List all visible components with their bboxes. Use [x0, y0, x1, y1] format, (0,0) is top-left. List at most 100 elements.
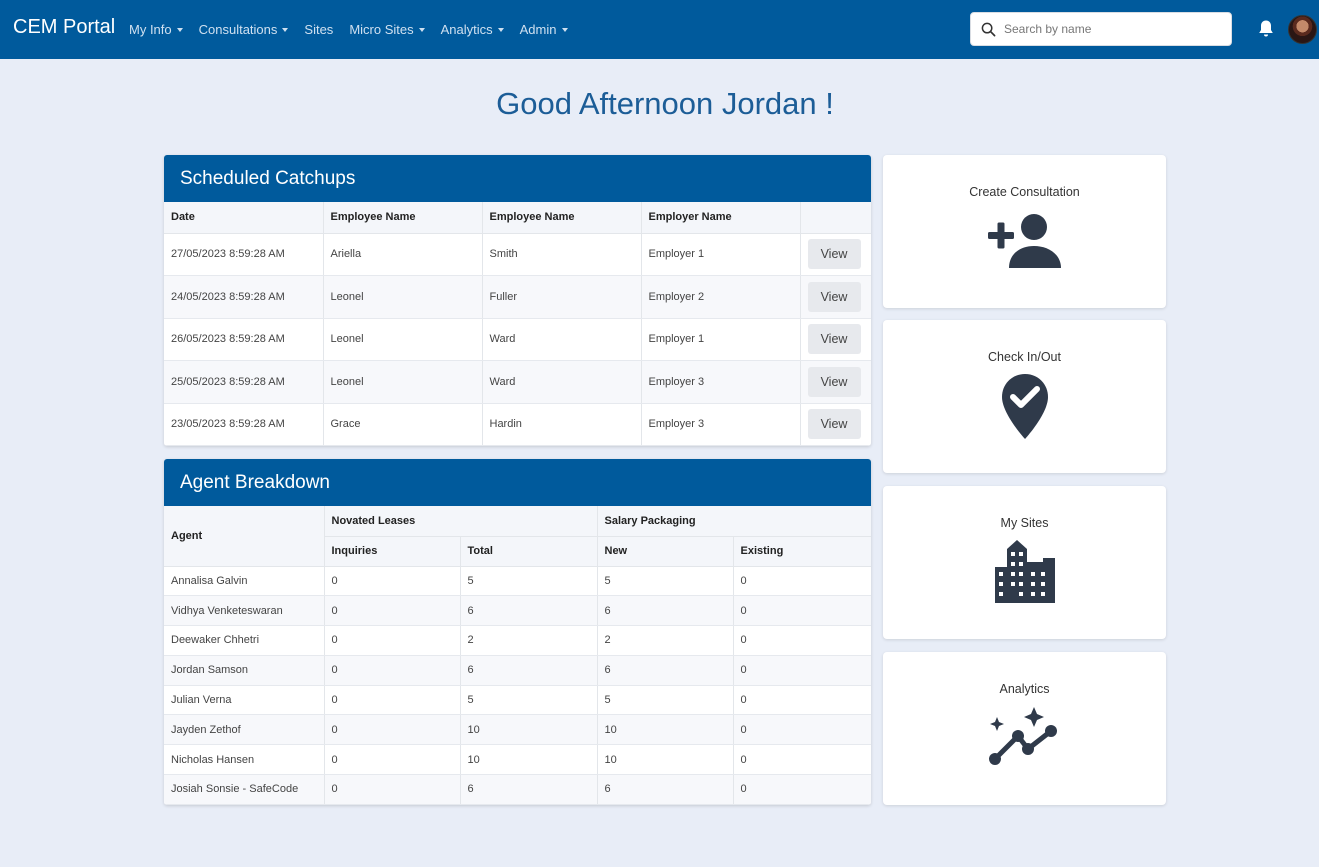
- inquiries-cell: 0: [324, 655, 461, 686]
- scheduled-catchups-panel: Scheduled Catchups Date Employee Name Em…: [164, 155, 871, 446]
- view-button[interactable]: View: [807, 324, 861, 355]
- nav-item-micro-sites[interactable]: Micro Sites: [349, 22, 425, 37]
- table-row: 24/05/2023 8:59:28 AM Leonel Fuller Empl…: [164, 275, 871, 319]
- table-row: Jordan Samson 0 6 6 0: [164, 655, 871, 686]
- nav-item-my-info[interactable]: My Info: [129, 22, 183, 37]
- total-cell: 5: [460, 566, 598, 597]
- analytics-card[interactable]: Analytics: [883, 652, 1166, 805]
- new-cell: 6: [597, 774, 734, 805]
- table-row: 26/05/2023 8:59:28 AM Leonel Ward Employ…: [164, 318, 871, 361]
- greeting-heading: Good Afternoon Jordan !: [496, 86, 834, 121]
- existing-cell: 0: [733, 595, 871, 627]
- new-cell: 5: [597, 685, 734, 716]
- nav-item-label: Sites: [304, 22, 334, 37]
- new-cell: 5: [597, 566, 734, 597]
- existing-cell: 0: [733, 774, 871, 805]
- panel-title: Agent Breakdown: [164, 459, 871, 506]
- new-cell: 10: [597, 744, 734, 776]
- existing-cell: 0: [733, 566, 871, 597]
- existing-cell: 0: [733, 655, 871, 686]
- total-cell: 10: [460, 714, 598, 746]
- action-cell: View: [800, 360, 871, 404]
- employer-cell: Employer 2: [641, 275, 801, 319]
- existing-cell: 0: [733, 685, 871, 716]
- total-cell: 10: [460, 744, 598, 776]
- agent-name-cell: Nicholas Hansen: [164, 744, 325, 776]
- user-avatar[interactable]: [1288, 15, 1317, 44]
- panel-title: Scheduled Catchups: [164, 155, 871, 202]
- total-cell: 2: [460, 625, 598, 656]
- inquiries-cell: 0: [324, 744, 461, 776]
- action-cell: View: [800, 318, 871, 361]
- my-sites-card[interactable]: My Sites: [883, 486, 1166, 639]
- card-label: Analytics: [999, 682, 1050, 696]
- nav-item-analytics[interactable]: Analytics: [441, 22, 504, 37]
- employer-cell: Employer 3: [641, 360, 801, 404]
- table-row: Nicholas Hansen 0 10 10 0: [164, 744, 871, 776]
- caret-down-icon: [176, 27, 183, 32]
- agent-name-cell: Jordan Samson: [164, 655, 325, 686]
- inquiries-cell: 0: [324, 595, 461, 627]
- nav-item-label: My Info: [129, 22, 172, 37]
- first-name-cell: Leonel: [323, 275, 483, 319]
- search-box: [970, 12, 1232, 46]
- caret-down-icon: [497, 27, 504, 32]
- new-cell: 6: [597, 595, 734, 627]
- table-row: Josiah Sonsie - SafeCode 0 6 6 0: [164, 774, 871, 805]
- last-name-cell: Smith: [482, 233, 642, 276]
- agent-column-header: Agent: [164, 506, 325, 567]
- column-header: Existing: [733, 536, 871, 567]
- first-name-cell: Leonel: [323, 360, 483, 404]
- view-button[interactable]: View: [807, 281, 861, 312]
- agent-table-body: Annalisa Galvin 0 5 5 0 Vidhya Venketesw…: [164, 566, 871, 805]
- table-row: Vidhya Venketeswaran 0 6 6 0: [164, 595, 871, 627]
- analytics-sparkle-icon: [988, 707, 1057, 765]
- nav-item-label: Consultations: [198, 22, 278, 37]
- existing-cell: 0: [733, 625, 871, 656]
- top-navbar: CEM Portal My Info Consultations Sites M…: [0, 0, 1319, 59]
- create-consultation-card[interactable]: Create Consultation: [883, 155, 1166, 308]
- table-row: Julian Verna 0 5 5 0: [164, 685, 871, 716]
- search-input[interactable]: [1004, 22, 1214, 36]
- new-cell: 6: [597, 655, 734, 686]
- total-cell: 6: [460, 655, 598, 686]
- nav-item-consultations[interactable]: Consultations: [199, 22, 289, 37]
- view-button[interactable]: View: [807, 409, 861, 440]
- agent-name-cell: Jayden Zethof: [164, 714, 325, 746]
- inquiries-cell: 0: [324, 714, 461, 746]
- card-label: My Sites: [1000, 516, 1049, 530]
- agent-name-cell: Deewaker Chhetri: [164, 625, 325, 656]
- total-cell: 6: [460, 774, 598, 805]
- date-cell: 27/05/2023 8:59:28 AM: [164, 233, 324, 276]
- table-row: 25/05/2023 8:59:28 AM Leonel Ward Employ…: [164, 360, 871, 404]
- last-name-cell: Hardin: [482, 403, 642, 446]
- brand-title[interactable]: CEM Portal: [13, 16, 115, 39]
- first-name-cell: Leonel: [323, 318, 483, 361]
- first-name-cell: Ariella: [323, 233, 483, 276]
- column-header: [800, 202, 871, 234]
- existing-cell: 0: [733, 714, 871, 746]
- view-button[interactable]: View: [807, 239, 861, 270]
- view-button[interactable]: View: [807, 366, 861, 397]
- column-header: New: [597, 536, 734, 567]
- check-in-out-card[interactable]: Check In/Out: [883, 320, 1166, 473]
- action-cell: View: [800, 233, 871, 276]
- bell-icon[interactable]: [1257, 19, 1275, 39]
- nav-item-label: Analytics: [440, 22, 493, 37]
- group-header-novated-leases: Novated Leases: [324, 506, 598, 537]
- new-cell: 2: [597, 625, 734, 656]
- table-row: Annalisa Galvin 0 5 5 0: [164, 566, 871, 597]
- agent-name-cell: Vidhya Venketeswaran: [164, 595, 325, 627]
- agent-breakdown-table: Agent Novated Leases Salary Packaging In…: [164, 506, 871, 805]
- column-header: Total: [460, 536, 598, 567]
- action-cell: View: [800, 403, 871, 446]
- date-cell: 26/05/2023 8:59:28 AM: [164, 318, 324, 361]
- card-label: Check In/Out: [988, 350, 1061, 364]
- first-name-cell: Grace: [323, 403, 483, 446]
- location-check-icon: [1001, 374, 1048, 439]
- nav-item-sites[interactable]: Sites: [304, 22, 333, 37]
- column-header: Employer Name: [641, 202, 801, 234]
- nav-item-admin[interactable]: Admin: [520, 22, 568, 37]
- inquiries-cell: 0: [324, 625, 461, 656]
- last-name-cell: Ward: [482, 318, 642, 361]
